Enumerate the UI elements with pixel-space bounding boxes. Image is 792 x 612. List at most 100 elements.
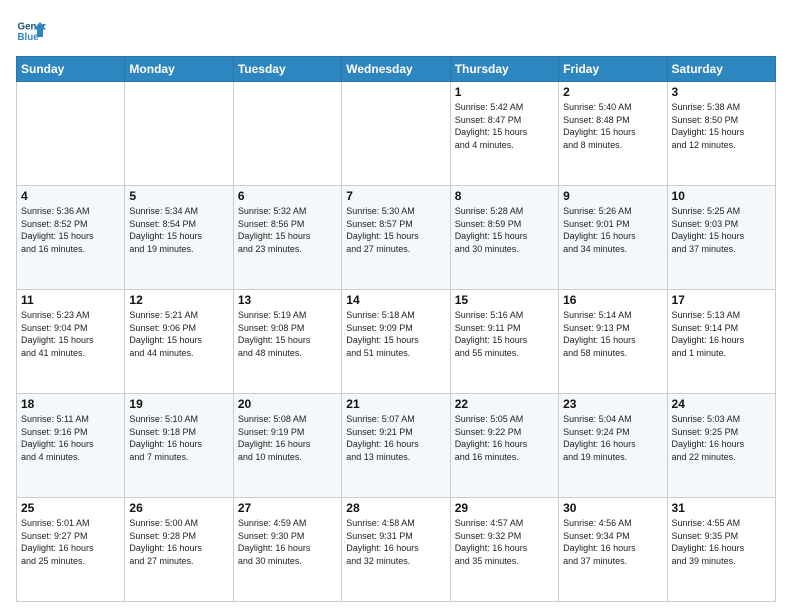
day-number: 17 xyxy=(672,293,771,307)
day-info: Sunrise: 5:36 AMSunset: 8:52 PMDaylight:… xyxy=(21,205,120,255)
day-number: 8 xyxy=(455,189,554,203)
day-info: Sunrise: 5:10 AMSunset: 9:18 PMDaylight:… xyxy=(129,413,228,463)
day-number: 12 xyxy=(129,293,228,307)
day-number: 23 xyxy=(563,397,662,411)
day-info: Sunrise: 5:04 AMSunset: 9:24 PMDaylight:… xyxy=(563,413,662,463)
logo-icon: General Blue xyxy=(16,16,46,46)
calendar-cell: 20 Sunrise: 5:08 AMSunset: 9:19 PMDayligh… xyxy=(233,394,341,498)
day-info: Sunrise: 5:23 AMSunset: 9:04 PMDaylight:… xyxy=(21,309,120,359)
day-number: 18 xyxy=(21,397,120,411)
calendar-cell: 21 Sunrise: 5:07 AMSunset: 9:21 PMDayligh… xyxy=(342,394,450,498)
weekday-thursday: Thursday xyxy=(450,57,558,82)
day-number: 4 xyxy=(21,189,120,203)
calendar-cell xyxy=(233,82,341,186)
svg-text:Blue: Blue xyxy=(18,32,40,43)
day-info: Sunrise: 5:40 AMSunset: 8:48 PMDaylight:… xyxy=(563,101,662,151)
day-number: 1 xyxy=(455,85,554,99)
calendar-cell: 25 Sunrise: 5:01 AMSunset: 9:27 PMDayligh… xyxy=(17,498,125,602)
day-info: Sunrise: 5:34 AMSunset: 8:54 PMDaylight:… xyxy=(129,205,228,255)
calendar-cell: 27 Sunrise: 4:59 AMSunset: 9:30 PMDayligh… xyxy=(233,498,341,602)
calendar-cell: 30 Sunrise: 4:56 AMSunset: 9:34 PMDayligh… xyxy=(559,498,667,602)
logo: General Blue xyxy=(16,16,46,46)
day-number: 25 xyxy=(21,501,120,515)
calendar-cell: 26 Sunrise: 5:00 AMSunset: 9:28 PMDayligh… xyxy=(125,498,233,602)
day-info: Sunrise: 5:00 AMSunset: 9:28 PMDaylight:… xyxy=(129,517,228,567)
calendar-table: SundayMondayTuesdayWednesdayThursdayFrid… xyxy=(16,56,776,602)
day-number: 24 xyxy=(672,397,771,411)
day-info: Sunrise: 5:13 AMSunset: 9:14 PMDaylight:… xyxy=(672,309,771,359)
calendar-cell xyxy=(342,82,450,186)
day-number: 20 xyxy=(238,397,337,411)
calendar-cell: 5 Sunrise: 5:34 AMSunset: 8:54 PMDaylight… xyxy=(125,186,233,290)
day-info: Sunrise: 5:19 AMSunset: 9:08 PMDaylight:… xyxy=(238,309,337,359)
calendar-cell: 17 Sunrise: 5:13 AMSunset: 9:14 PMDayligh… xyxy=(667,290,775,394)
day-number: 11 xyxy=(21,293,120,307)
day-number: 16 xyxy=(563,293,662,307)
calendar-cell: 24Sunrise: 5:03 AMSunset: 9:25 PMDayligh… xyxy=(667,394,775,498)
day-number: 21 xyxy=(346,397,445,411)
calendar-cell: 9 Sunrise: 5:26 AMSunset: 9:01 PMDaylight… xyxy=(559,186,667,290)
calendar-cell: 28 Sunrise: 4:58 AMSunset: 9:31 PMDayligh… xyxy=(342,498,450,602)
day-info: Sunrise: 5:21 AMSunset: 9:06 PMDaylight:… xyxy=(129,309,228,359)
weekday-friday: Friday xyxy=(559,57,667,82)
day-info: Sunrise: 4:55 AMSunset: 9:35 PMDaylight:… xyxy=(672,517,771,567)
calendar-cell: 15 Sunrise: 5:16 AMSunset: 9:11 PMDayligh… xyxy=(450,290,558,394)
calendar-cell: 14Sunrise: 5:18 AMSunset: 9:09 PMDayligh… xyxy=(342,290,450,394)
day-number: 9 xyxy=(563,189,662,203)
day-info: Sunrise: 5:30 AMSunset: 8:57 PMDaylight:… xyxy=(346,205,445,255)
weekday-tuesday: Tuesday xyxy=(233,57,341,82)
weekday-saturday: Saturday xyxy=(667,57,775,82)
day-number: 5 xyxy=(129,189,228,203)
calendar-cell: 10Sunrise: 5:25 AMSunset: 9:03 PMDayligh… xyxy=(667,186,775,290)
day-info: Sunrise: 5:05 AMSunset: 9:22 PMDaylight:… xyxy=(455,413,554,463)
day-number: 28 xyxy=(346,501,445,515)
day-number: 31 xyxy=(672,501,771,515)
page: General Blue SundayMondayTuesdayWednesda… xyxy=(0,0,792,612)
day-number: 14 xyxy=(346,293,445,307)
week-row-5: 25 Sunrise: 5:01 AMSunset: 9:27 PMDayligh… xyxy=(17,498,776,602)
calendar-cell: 29 Sunrise: 4:57 AMSunset: 9:32 PMDayligh… xyxy=(450,498,558,602)
calendar-cell xyxy=(17,82,125,186)
calendar-cell: 4 Sunrise: 5:36 AMSunset: 8:52 PMDaylight… xyxy=(17,186,125,290)
day-number: 6 xyxy=(238,189,337,203)
day-info: Sunrise: 5:01 AMSunset: 9:27 PMDaylight:… xyxy=(21,517,120,567)
day-info: Sunrise: 5:07 AMSunset: 9:21 PMDaylight:… xyxy=(346,413,445,463)
calendar-cell: 23 Sunrise: 5:04 AMSunset: 9:24 PMDayligh… xyxy=(559,394,667,498)
day-info: Sunrise: 4:58 AMSunset: 9:31 PMDaylight:… xyxy=(346,517,445,567)
calendar-cell: 22 Sunrise: 5:05 AMSunset: 9:22 PMDayligh… xyxy=(450,394,558,498)
calendar-cell: 12 Sunrise: 5:21 AMSunset: 9:06 PMDayligh… xyxy=(125,290,233,394)
week-row-1: 1 Sunrise: 5:42 AMSunset: 8:47 PMDaylight… xyxy=(17,82,776,186)
calendar-cell: 19Sunrise: 5:10 AMSunset: 9:18 PMDayligh… xyxy=(125,394,233,498)
weekday-wednesday: Wednesday xyxy=(342,57,450,82)
calendar-cell: 8Sunrise: 5:28 AMSunset: 8:59 PMDaylight… xyxy=(450,186,558,290)
day-info: Sunrise: 5:32 AMSunset: 8:56 PMDaylight:… xyxy=(238,205,337,255)
calendar-cell: 6 Sunrise: 5:32 AMSunset: 8:56 PMDaylight… xyxy=(233,186,341,290)
calendar-cell xyxy=(125,82,233,186)
day-info: Sunrise: 5:16 AMSunset: 9:11 PMDaylight:… xyxy=(455,309,554,359)
calendar-cell: 13Sunrise: 5:19 AMSunset: 9:08 PMDayligh… xyxy=(233,290,341,394)
week-row-4: 18Sunrise: 5:11 AMSunset: 9:16 PMDayligh… xyxy=(17,394,776,498)
day-number: 30 xyxy=(563,501,662,515)
calendar-cell: 11 Sunrise: 5:23 AMSunset: 9:04 PMDayligh… xyxy=(17,290,125,394)
day-info: Sunrise: 4:57 AMSunset: 9:32 PMDaylight:… xyxy=(455,517,554,567)
day-info: Sunrise: 5:42 AMSunset: 8:47 PMDaylight:… xyxy=(455,101,554,151)
day-number: 22 xyxy=(455,397,554,411)
calendar-cell: 7 Sunrise: 5:30 AMSunset: 8:57 PMDaylight… xyxy=(342,186,450,290)
day-number: 27 xyxy=(238,501,337,515)
day-number: 29 xyxy=(455,501,554,515)
day-number: 15 xyxy=(455,293,554,307)
calendar-cell: 31 Sunrise: 4:55 AMSunset: 9:35 PMDayligh… xyxy=(667,498,775,602)
calendar-cell: 2Sunrise: 5:40 AMSunset: 8:48 PMDaylight… xyxy=(559,82,667,186)
day-info: Sunrise: 5:08 AMSunset: 9:19 PMDaylight:… xyxy=(238,413,337,463)
day-number: 7 xyxy=(346,189,445,203)
header: General Blue xyxy=(16,16,776,46)
day-number: 10 xyxy=(672,189,771,203)
day-info: Sunrise: 4:59 AMSunset: 9:30 PMDaylight:… xyxy=(238,517,337,567)
day-info: Sunrise: 4:56 AMSunset: 9:34 PMDaylight:… xyxy=(563,517,662,567)
day-info: Sunrise: 5:14 AMSunset: 9:13 PMDaylight:… xyxy=(563,309,662,359)
day-number: 26 xyxy=(129,501,228,515)
calendar-cell: 16 Sunrise: 5:14 AMSunset: 9:13 PMDayligh… xyxy=(559,290,667,394)
week-row-2: 4 Sunrise: 5:36 AMSunset: 8:52 PMDaylight… xyxy=(17,186,776,290)
calendar-cell: 18Sunrise: 5:11 AMSunset: 9:16 PMDayligh… xyxy=(17,394,125,498)
day-info: Sunrise: 5:26 AMSunset: 9:01 PMDaylight:… xyxy=(563,205,662,255)
